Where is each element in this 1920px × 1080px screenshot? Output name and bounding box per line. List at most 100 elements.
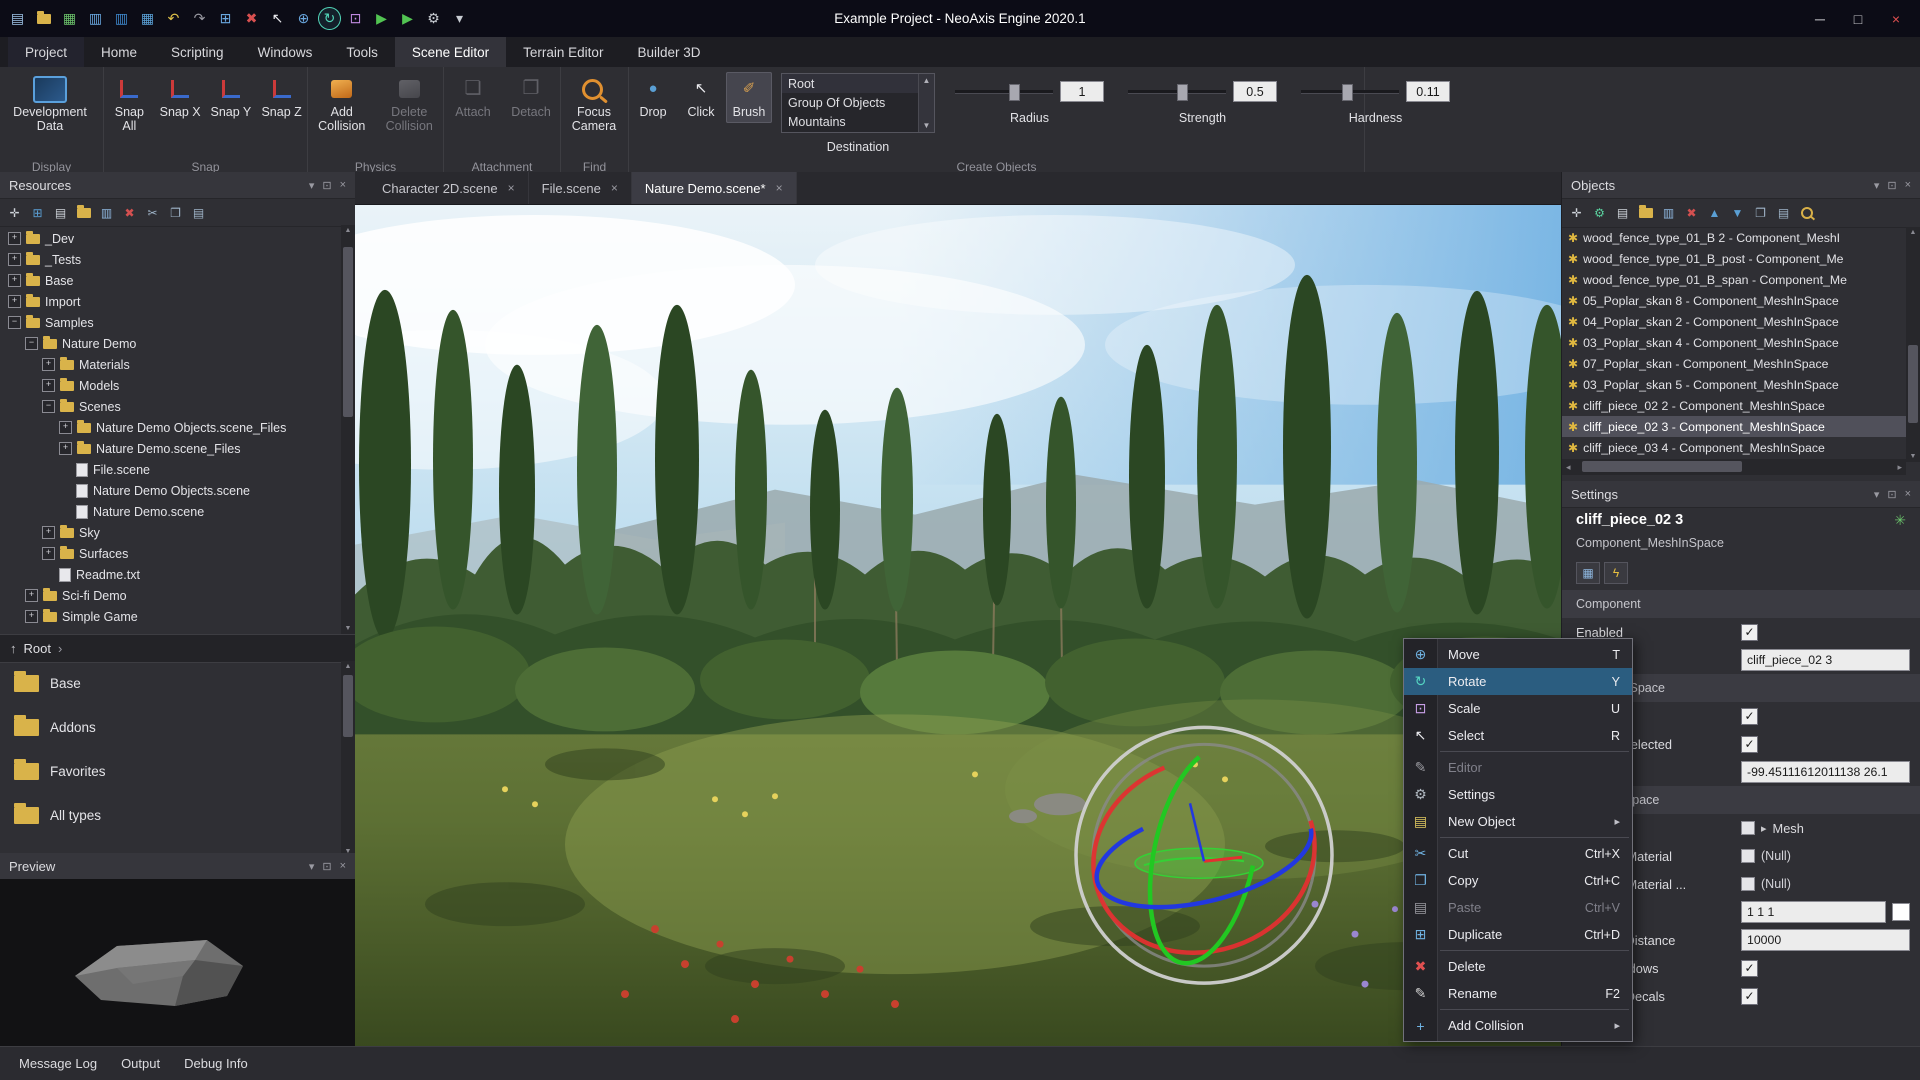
- scrollbar-thumb[interactable]: [343, 675, 353, 737]
- pin-icon[interactable]: ⊡: [1887, 488, 1896, 501]
- tree-item-sky[interactable]: +Sky: [0, 522, 341, 543]
- search-icon[interactable]: [1797, 204, 1816, 223]
- new-resource-icon[interactable]: ▤: [6, 7, 29, 30]
- text-field[interactable]: cliff_piece_02 3: [1741, 649, 1910, 671]
- save-icon[interactable]: ▥: [1659, 204, 1678, 223]
- new-file-icon[interactable]: ▤: [1613, 204, 1632, 223]
- expander-icon[interactable]: +: [8, 253, 21, 266]
- tree-item-nature-demo-objects-scene[interactable]: Nature Demo Objects.scene: [0, 480, 341, 501]
- ribbon-tab-home[interactable]: Home: [84, 37, 154, 67]
- tree-item-nature-demo[interactable]: −Nature Demo: [0, 333, 341, 354]
- category-item-all-types[interactable]: All types: [0, 793, 355, 837]
- ribbon-tab-terrain-editor[interactable]: Terrain Editor: [506, 37, 620, 67]
- object-item[interactable]: ✱cliff_piece_03 4 - Component_MeshInSpac…: [1562, 437, 1906, 458]
- open-project-icon[interactable]: [32, 7, 55, 30]
- click-button[interactable]: ↖Click: [678, 72, 724, 123]
- scrollbar-thumb[interactable]: [1908, 345, 1918, 423]
- radius-value[interactable]: 1: [1060, 81, 1104, 102]
- checkbox[interactable]: ✓: [1741, 736, 1758, 753]
- collapse-icon[interactable]: ▾: [1874, 488, 1880, 501]
- close-icon[interactable]: ×: [1905, 488, 1911, 501]
- menu-item-cut[interactable]: ✂CutCtrl+X: [1404, 840, 1632, 867]
- menu-item-rename[interactable]: ✎RenameF2: [1404, 980, 1632, 1007]
- object-item[interactable]: ✱03_Poplar_skan 5 - Component_MeshInSpac…: [1562, 374, 1906, 395]
- hardness-value[interactable]: 0.11: [1406, 81, 1450, 102]
- menu-item-scale[interactable]: ⊡ScaleU: [1404, 695, 1632, 722]
- slider-handle[interactable]: [1342, 84, 1353, 101]
- tools-icon[interactable]: ✛: [5, 203, 24, 222]
- tree-item-readme-txt[interactable]: Readme.txt: [0, 564, 341, 585]
- delete-icon[interactable]: ✖: [1682, 204, 1701, 223]
- strength-value[interactable]: 0.5: [1233, 81, 1277, 102]
- delete-icon[interactable]: ✖: [120, 203, 139, 222]
- ribbon-tab-scene-editor[interactable]: Scene Editor: [395, 37, 506, 67]
- redo-icon[interactable]: ↷: [188, 7, 211, 30]
- undo-icon[interactable]: ↶: [162, 7, 185, 30]
- copy-icon[interactable]: ❐: [166, 203, 185, 222]
- resources-scrollbar[interactable]: ▲▼: [341, 225, 355, 634]
- close-button[interactable]: ×: [1878, 6, 1914, 32]
- tree-item-import[interactable]: +Import: [0, 291, 341, 312]
- scroll-down-icon[interactable]: ▼: [923, 121, 931, 130]
- expander-icon[interactable]: −: [25, 337, 38, 350]
- object-item[interactable]: ✱03_Poplar_skan 4 - Component_MeshInSpac…: [1562, 332, 1906, 353]
- reset-box[interactable]: [1741, 877, 1755, 891]
- scrollbar-thumb[interactable]: [1582, 461, 1742, 472]
- minimize-button[interactable]: ─: [1802, 6, 1838, 32]
- delete-icon[interactable]: ✖: [240, 7, 263, 30]
- expander-icon[interactable]: +: [8, 295, 21, 308]
- reset-box[interactable]: [1741, 849, 1755, 863]
- statusbar-item-message-log[interactable]: Message Log: [8, 1056, 108, 1071]
- focus-camera-button[interactable]: Focus Camera: [562, 72, 626, 138]
- color-swatch[interactable]: [1892, 903, 1910, 921]
- object-item[interactable]: ✱cliff_piece_02 3 - Component_MeshInSpac…: [1562, 416, 1906, 437]
- snap-z-button[interactable]: Snap Z: [257, 72, 306, 138]
- slider-handle[interactable]: [1177, 84, 1188, 101]
- play-simulation-icon[interactable]: ▶: [370, 7, 393, 30]
- tools-icon[interactable]: ✛: [1567, 204, 1586, 223]
- destination-option-root[interactable]: Root: [782, 74, 934, 93]
- expander-icon[interactable]: +: [59, 442, 72, 455]
- snap-all-button[interactable]: Snap All: [105, 72, 154, 138]
- checkbox[interactable]: ✓: [1741, 708, 1758, 725]
- text-field[interactable]: -99.45111612011138 26.1: [1741, 761, 1910, 783]
- statusbar-item-debug-info[interactable]: Debug Info: [173, 1056, 259, 1071]
- checkbox[interactable]: ✓: [1741, 624, 1758, 641]
- object-item[interactable]: ✱05_Poplar_skan 8 - Component_MeshInSpac…: [1562, 290, 1906, 311]
- up-icon[interactable]: ↑: [10, 641, 17, 656]
- expander-icon[interactable]: +: [25, 589, 38, 602]
- settings-icon[interactable]: ⚙: [1590, 204, 1609, 223]
- ribbon-tab-builder-3d[interactable]: Builder 3D: [620, 37, 717, 67]
- snap-y-button[interactable]: Snap Y: [207, 72, 256, 138]
- objects-scrollbar[interactable]: ▲▼: [1906, 227, 1920, 462]
- scrollbar-thumb[interactable]: [343, 247, 353, 417]
- expander-icon[interactable]: +: [42, 379, 55, 392]
- menu-item-duplicate[interactable]: ⊞DuplicateCtrl+D: [1404, 921, 1632, 948]
- close-icon[interactable]: ×: [340, 860, 346, 873]
- snap-x-button[interactable]: Snap X: [156, 72, 205, 138]
- paste-icon[interactable]: ▤: [1774, 204, 1793, 223]
- resources-path-bar[interactable]: ↑ Root ›: [0, 634, 355, 663]
- move-up-icon[interactable]: ▲: [1705, 204, 1724, 223]
- run-player-icon[interactable]: ▶: [396, 7, 419, 30]
- close-tab-icon[interactable]: ×: [611, 181, 618, 195]
- expander-icon[interactable]: +: [42, 526, 55, 539]
- strength-slider[interactable]: [1128, 84, 1226, 99]
- hardness-slider[interactable]: [1301, 84, 1399, 99]
- slider-handle[interactable]: [1009, 84, 1020, 101]
- document-tab-nature-demo-scene[interactable]: Nature Demo.scene*×: [632, 172, 797, 204]
- open-icon[interactable]: [74, 203, 93, 222]
- properties-mode-icon[interactable]: ▦: [1576, 562, 1600, 584]
- save-icon[interactable]: ▥: [84, 7, 107, 30]
- color-field[interactable]: 1 1 1: [1741, 901, 1886, 923]
- menu-item-copy[interactable]: ❐CopyCtrl+C: [1404, 867, 1632, 894]
- tree-item-simple-game[interactable]: +Simple Game: [0, 606, 341, 627]
- ribbon-tab-windows[interactable]: Windows: [241, 37, 330, 67]
- destination-option-mountains[interactable]: Mountains: [782, 112, 934, 131]
- scroll-left-icon[interactable]: ◂: [1566, 462, 1571, 473]
- menu-item-settings[interactable]: ⚙Settings: [1404, 781, 1632, 808]
- tree-item-dev[interactable]: +_Dev: [0, 228, 341, 249]
- category-item-base[interactable]: Base: [0, 661, 355, 705]
- maximize-button[interactable]: □: [1840, 6, 1876, 32]
- tree-item-file-scene[interactable]: File.scene: [0, 459, 341, 480]
